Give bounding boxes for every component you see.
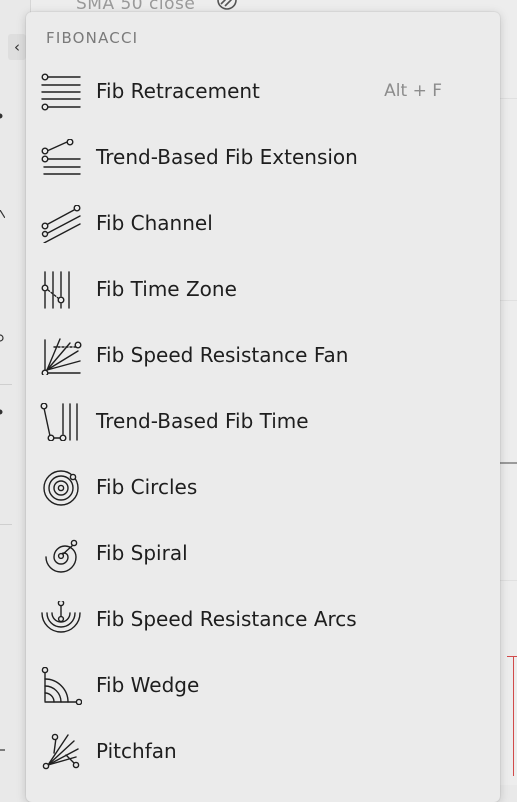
fib-channel-icon (41, 205, 81, 243)
fib-speed-resistance-fan-icon (41, 338, 82, 375)
trend-based-fib-time-icon (40, 403, 78, 441)
menu-item-fib-speed-resistance-fan[interactable]: Fib Speed Resistance Fan (26, 322, 500, 388)
toolbar-tool-icon[interactable] (0, 746, 5, 754)
menu-item-fib-spiral[interactable]: Fib Spiral (26, 520, 500, 586)
menu-item-fib-time-zone[interactable]: Fib Time Zone (26, 256, 500, 322)
toolbar-tool-icon[interactable] (0, 334, 5, 342)
fib-time-zone-icon (41, 271, 70, 309)
menu-item-label: Fib Circles (96, 475, 198, 499)
fib-retracement-icon (41, 73, 81, 111)
menu-item-fib-circles[interactable]: Fib Circles (26, 454, 500, 520)
price-marker-line (513, 656, 514, 776)
menu-item-label: Fib Channel (96, 211, 213, 235)
fib-circles-icon (43, 470, 79, 506)
menu-item-label: Trend-Based Fib Time (96, 409, 309, 433)
fibonacci-tools-menu: FIBONACCI Fib Retracement Alt + F Trend-… (26, 12, 500, 802)
menu-item-pitchfan[interactable]: Pitchfan (26, 718, 500, 784)
menu-item-label: Pitchfan (96, 739, 177, 763)
menu-item-label: Trend-Based Fib Extension (96, 145, 358, 169)
toolbar-divider (0, 384, 12, 385)
toolbar-divider (0, 524, 12, 525)
grid-line (500, 98, 517, 99)
collapse-toolbar-button[interactable]: ‹ (8, 34, 26, 60)
menu-item-label: Fib Speed Resistance Arcs (96, 607, 357, 631)
menu-item-label: Fib Spiral (96, 541, 188, 565)
grid-line (500, 580, 517, 581)
toolbar-tool-icon[interactable] (0, 210, 5, 218)
menu-item-label: Fib Retracement (96, 79, 260, 103)
price-marker-tick (507, 656, 517, 657)
menu-item-fib-speed-resistance-arcs[interactable]: Fib Speed Resistance Arcs (26, 586, 500, 652)
toolbar-tool-icon[interactable] (0, 112, 5, 120)
menu-item-label: Fib Wedge (96, 673, 200, 697)
menu-item-fib-retracement[interactable]: Fib Retracement Alt + F (26, 58, 500, 124)
menu-item-fib-wedge[interactable]: Fib Wedge (26, 652, 500, 718)
pane-separator[interactable] (500, 462, 517, 464)
keyboard-shortcut: Alt + F (384, 81, 442, 101)
menu-item-fib-channel[interactable]: Fib Channel (26, 190, 500, 256)
trend-based-fib-extension-icon (41, 139, 81, 175)
fib-speed-resistance-arcs-icon (41, 601, 81, 633)
section-title: FIBONACCI (46, 29, 139, 47)
price-scale[interactable] (500, 0, 517, 785)
menu-item-label: Fib Time Zone (96, 277, 237, 301)
menu-item-trend-based-fib-time[interactable]: Trend-Based Fib Time (26, 388, 500, 454)
menu-item-trend-based-fib-extension[interactable]: Trend-Based Fib Extension (26, 124, 500, 190)
fib-spiral-icon (45, 539, 78, 573)
fib-wedge-icon (41, 667, 82, 705)
menu-item-label: Fib Speed Resistance Fan (96, 343, 349, 367)
grid-line (500, 300, 517, 301)
toolbar-tool-icon[interactable] (0, 408, 5, 416)
pitchfan-icon (42, 733, 80, 770)
